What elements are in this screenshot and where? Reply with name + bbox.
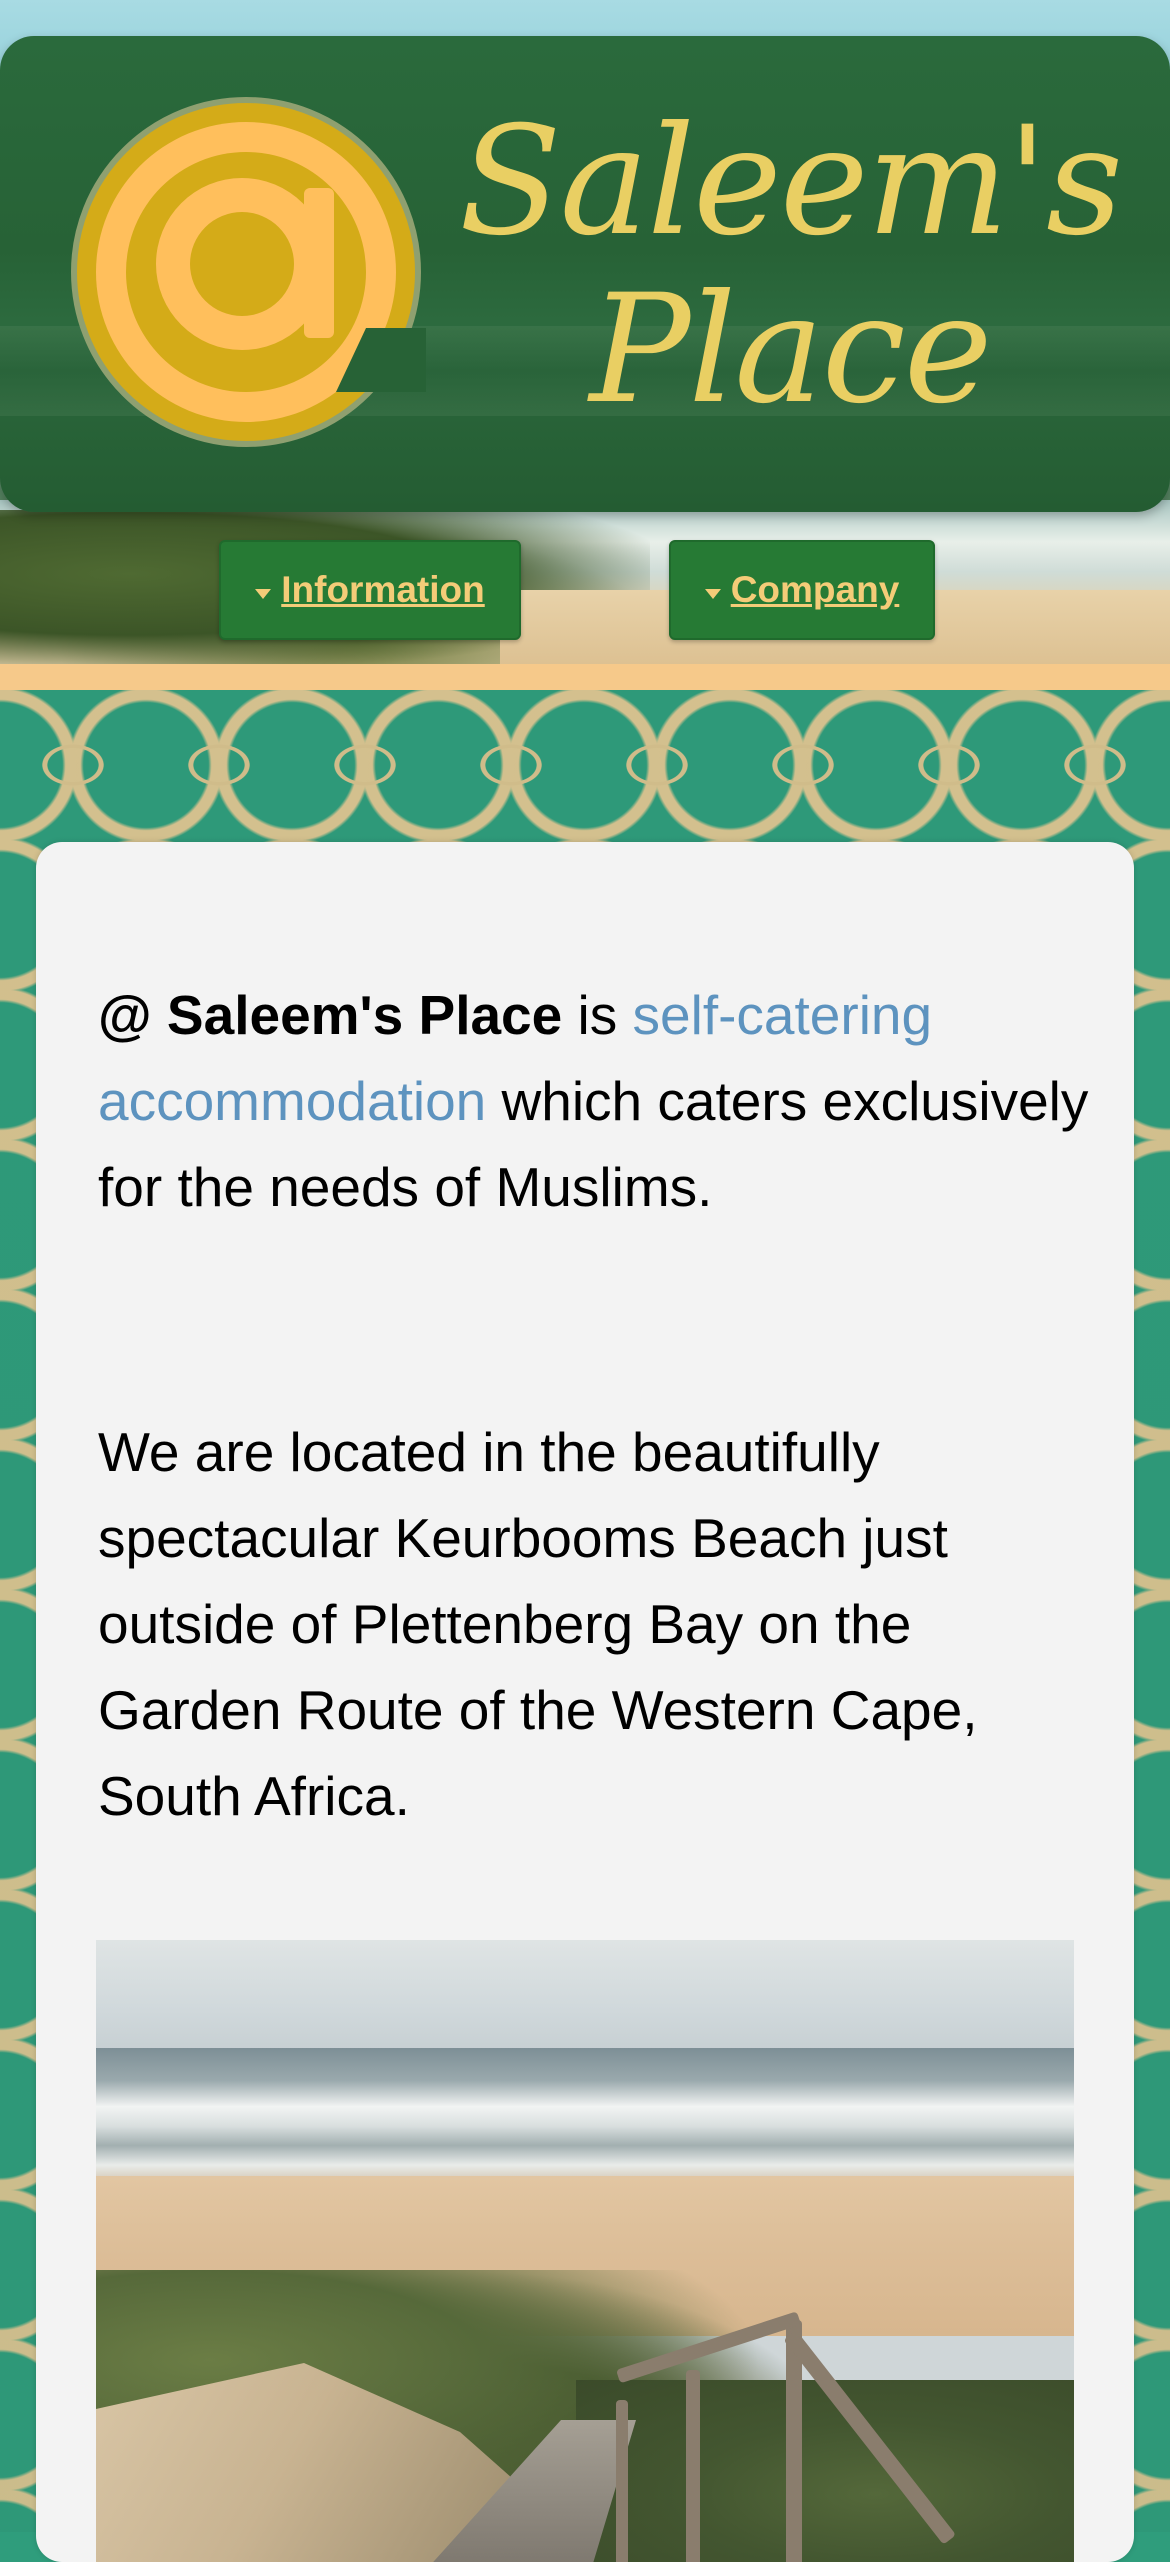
nav-information-button[interactable]: Information [219, 540, 521, 640]
location-paragraph: We are located in the beautifully specta… [98, 1421, 978, 1827]
intro-paragraph: @ Saleem's Place is self-catering accomm… [98, 972, 1098, 1230]
intro-site-name: Saleem's Place [166, 984, 563, 1046]
nav-company-label: Company [730, 569, 900, 610]
at-logo-icon[interactable]: @ [66, 92, 426, 452]
nav-company-button[interactable]: Company [669, 540, 935, 640]
hero-divider [0, 664, 1170, 690]
intro-text-is: is [562, 984, 633, 1046]
content-card: @ Saleem's Place is self-catering accomm… [36, 842, 1134, 2562]
site-banner[interactable]: @ Saleem's Place [0, 36, 1170, 512]
site-title-line1: Saleem's [458, 95, 1123, 269]
caret-down-icon [255, 589, 272, 599]
site-title-line2: Place [589, 263, 992, 437]
beach-photo [96, 1940, 1074, 2562]
site-title[interactable]: Saleem's Place [440, 98, 1140, 434]
intro-at-symbol: @ [98, 984, 152, 1046]
nav-information-label: Information [281, 569, 485, 610]
caret-down-icon [704, 589, 721, 599]
hero-header: @ Saleem's Place Information Company [0, 0, 1170, 668]
